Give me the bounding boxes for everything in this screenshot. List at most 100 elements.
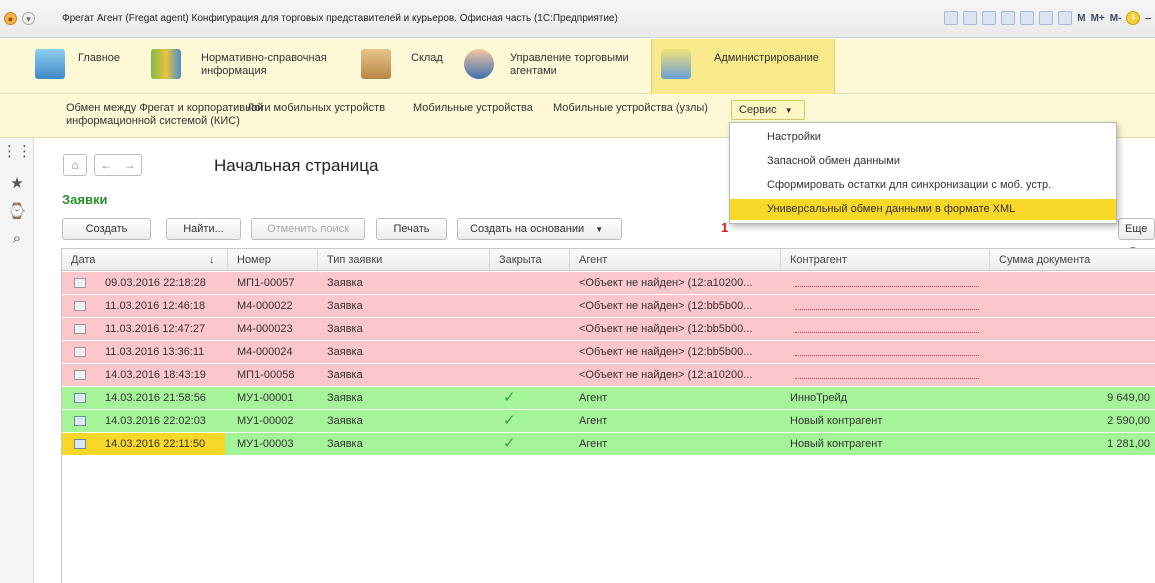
cell-type: Заявка (327, 369, 363, 381)
cell-closed (503, 272, 523, 294)
create-based-on-button[interactable]: Создать на основании ▼ (457, 218, 622, 240)
missing-value-underline (795, 378, 979, 379)
cell-closed: ✓ (503, 435, 516, 452)
table-row[interactable]: 14.03.2016 22:02:03 МУ1-00002 Заявка ✓ Агент… (62, 410, 1155, 433)
column-agent[interactable]: Агент (570, 249, 781, 271)
posted-document-icon (74, 416, 86, 426)
cmd-mobile-logs[interactable]: Логи мобильных устройств (247, 102, 385, 115)
cell-sum (997, 364, 1150, 386)
memory-minus-button[interactable]: M- (1110, 13, 1122, 24)
forward-icon[interactable]: → (124, 158, 136, 172)
cell-agent: Агент (579, 392, 608, 404)
history-icon[interactable]: ⌚ (0, 202, 34, 220)
cell-sum (997, 341, 1150, 363)
menu-item-settings[interactable]: Настройки (730, 127, 1116, 148)
print-icon[interactable] (963, 11, 978, 25)
cmd-mobile-devices-nodes[interactable]: Мобильные устройства (узлы) (553, 102, 708, 115)
cell-date: 11.03.2016 12:47:27 (105, 323, 206, 335)
cell-agent: <Объект не найден> (12:bb5b00... (579, 323, 753, 335)
section-label: Администрирование (714, 52, 819, 64)
column-date-label: Дата (71, 254, 96, 266)
window-title: Фрегат Агент (Fregat agent) Конфигурация… (62, 13, 618, 24)
cell-number: МП1-00057 (237, 277, 295, 289)
cell-agent: <Объект не найден> (12:bb5b00... (579, 300, 753, 312)
cmd-mobile-devices[interactable]: Мобильные устройства (413, 102, 533, 115)
cell-agent: <Объект не найден> (12:a10200... (579, 369, 753, 381)
cell-number: МУ1-00001 (237, 392, 294, 404)
menu-item-backup-exchange[interactable]: Запасной обмен данными (730, 151, 1116, 172)
more-label: Еще (1125, 223, 1148, 235)
history-icon[interactable] (1020, 11, 1035, 25)
cell-sum: 2 590,00 (1107, 415, 1150, 427)
table-row[interactable]: 11.03.2016 12:46:18 М4-000022 Заявка <Объек… (62, 295, 1155, 318)
menu-item-form-balances[interactable]: Сформировать остатки для синхронизации с… (730, 175, 1116, 196)
calculator-icon[interactable] (1039, 11, 1054, 25)
title-toolbar: M M+ M- i ‒ (944, 10, 1151, 26)
cell-counterparty: Новый контрагент (790, 415, 883, 427)
service-menu-button[interactable]: Сервис ▼ (731, 100, 805, 120)
column-date[interactable]: Дата ↓ (62, 249, 228, 271)
cancel-search-button[interactable]: Отменить поиск (251, 218, 365, 240)
cell-counterparty (790, 272, 990, 294)
table-row[interactable]: 14.03.2016 21:58:56 МУ1-00001 Заявка ✓ Агент… (62, 387, 1155, 410)
cell-date: 14.03.2016 22:11:50 (105, 438, 206, 450)
table-row[interactable]: 14.03.2016 18:43:19 МП1-00058 Заявка <Объек… (62, 364, 1155, 387)
left-toolbar: ⋮⋮ ★ ⌚ ⌕ (0, 138, 34, 583)
memory-plus-button[interactable]: M+ (1091, 13, 1105, 24)
section-title: Заявки (62, 192, 108, 207)
preview-icon[interactable] (982, 11, 997, 25)
column-type[interactable]: Тип заявки (318, 249, 490, 271)
cell-agent: Агент (579, 438, 608, 450)
cell-counterparty: ИнноТрейд (790, 392, 848, 404)
sort-down-icon: ↓ (209, 254, 215, 266)
column-sum[interactable]: Сумма документа (990, 249, 1155, 271)
more-button[interactable]: Еще ▼ (1118, 218, 1155, 254)
app-menu-icon[interactable]: ● (4, 12, 17, 25)
sections-panel: Главное Нормативно-справочная информация… (0, 39, 1155, 94)
cmd-exchange-kis[interactable]: Обмен между Фрегат и корпоративной инфор… (66, 102, 263, 128)
find-button[interactable]: Найти... (166, 218, 241, 240)
column-counterparty[interactable]: Контрагент (781, 249, 990, 271)
favorites-icon[interactable] (1001, 11, 1016, 25)
info-icon[interactable]: i (1126, 11, 1141, 25)
column-number[interactable]: Номер (228, 249, 318, 271)
back-icon[interactable]: ← (100, 158, 112, 172)
table-row[interactable]: 11.03.2016 12:47:27 М4-000023 Заявка <Объек… (62, 318, 1155, 341)
all-functions-icon[interactable]: ⋮⋮ (0, 142, 34, 160)
cell-number: МП1-00058 (237, 369, 295, 381)
cell-closed (503, 295, 523, 317)
menu-item-universal-xml-exchange[interactable]: Универсальный обмен данными в формате XM… (730, 199, 1116, 220)
nav-arrows: ← → (94, 154, 142, 176)
chevron-down-icon: ▼ (784, 106, 793, 115)
cell-sum (997, 295, 1150, 317)
favorites-icon[interactable]: ★ (0, 174, 34, 192)
save-icon[interactable] (944, 11, 959, 25)
page-title: Начальная страница (214, 156, 379, 175)
table-row[interactable]: 09.03.2016 22:18:28 МП1-00057 Заявка <Объек… (62, 272, 1155, 295)
column-closed[interactable]: Закрыта (490, 249, 570, 271)
table-row[interactable]: 14.03.2016 22:11:50 МУ1-00003 Заявка ✓ Агент… (62, 433, 1155, 456)
memory-button[interactable]: M (1077, 13, 1085, 24)
create-button[interactable]: Создать (62, 218, 151, 240)
print-button[interactable]: Печать (376, 218, 447, 240)
section-label: Склад (411, 52, 443, 64)
cell-type: Заявка (327, 415, 363, 427)
document-icon (74, 370, 86, 380)
section-label: Управление торговыми агентами (510, 52, 629, 77)
minimize-icon[interactable]: ‒ (1145, 13, 1151, 24)
cell-closed: ✓ (503, 389, 516, 406)
cell-type: Заявка (327, 300, 363, 312)
table-row[interactable]: 11.03.2016 13:36:11 М4-000024 Заявка <Объек… (62, 341, 1155, 364)
section-label: Главное (78, 52, 121, 64)
cell-closed (503, 318, 523, 340)
calendar-icon[interactable] (1058, 11, 1073, 25)
cell-date: 11.03.2016 13:36:11 (105, 346, 205, 358)
table-header: Дата ↓ Номер Тип заявки Закрыта Агент Ко… (62, 249, 1155, 271)
search-icon[interactable]: ⌕ (0, 230, 34, 247)
missing-value-underline (795, 355, 979, 356)
window-menu-icon[interactable]: ▾ (22, 12, 35, 25)
cell-closed (503, 341, 523, 363)
home-button[interactable]: ⌂ (63, 154, 87, 176)
cell-counterparty (790, 295, 990, 317)
requests-table: Дата ↓ Номер Тип заявки Закрыта Агент Ко… (61, 248, 1155, 583)
